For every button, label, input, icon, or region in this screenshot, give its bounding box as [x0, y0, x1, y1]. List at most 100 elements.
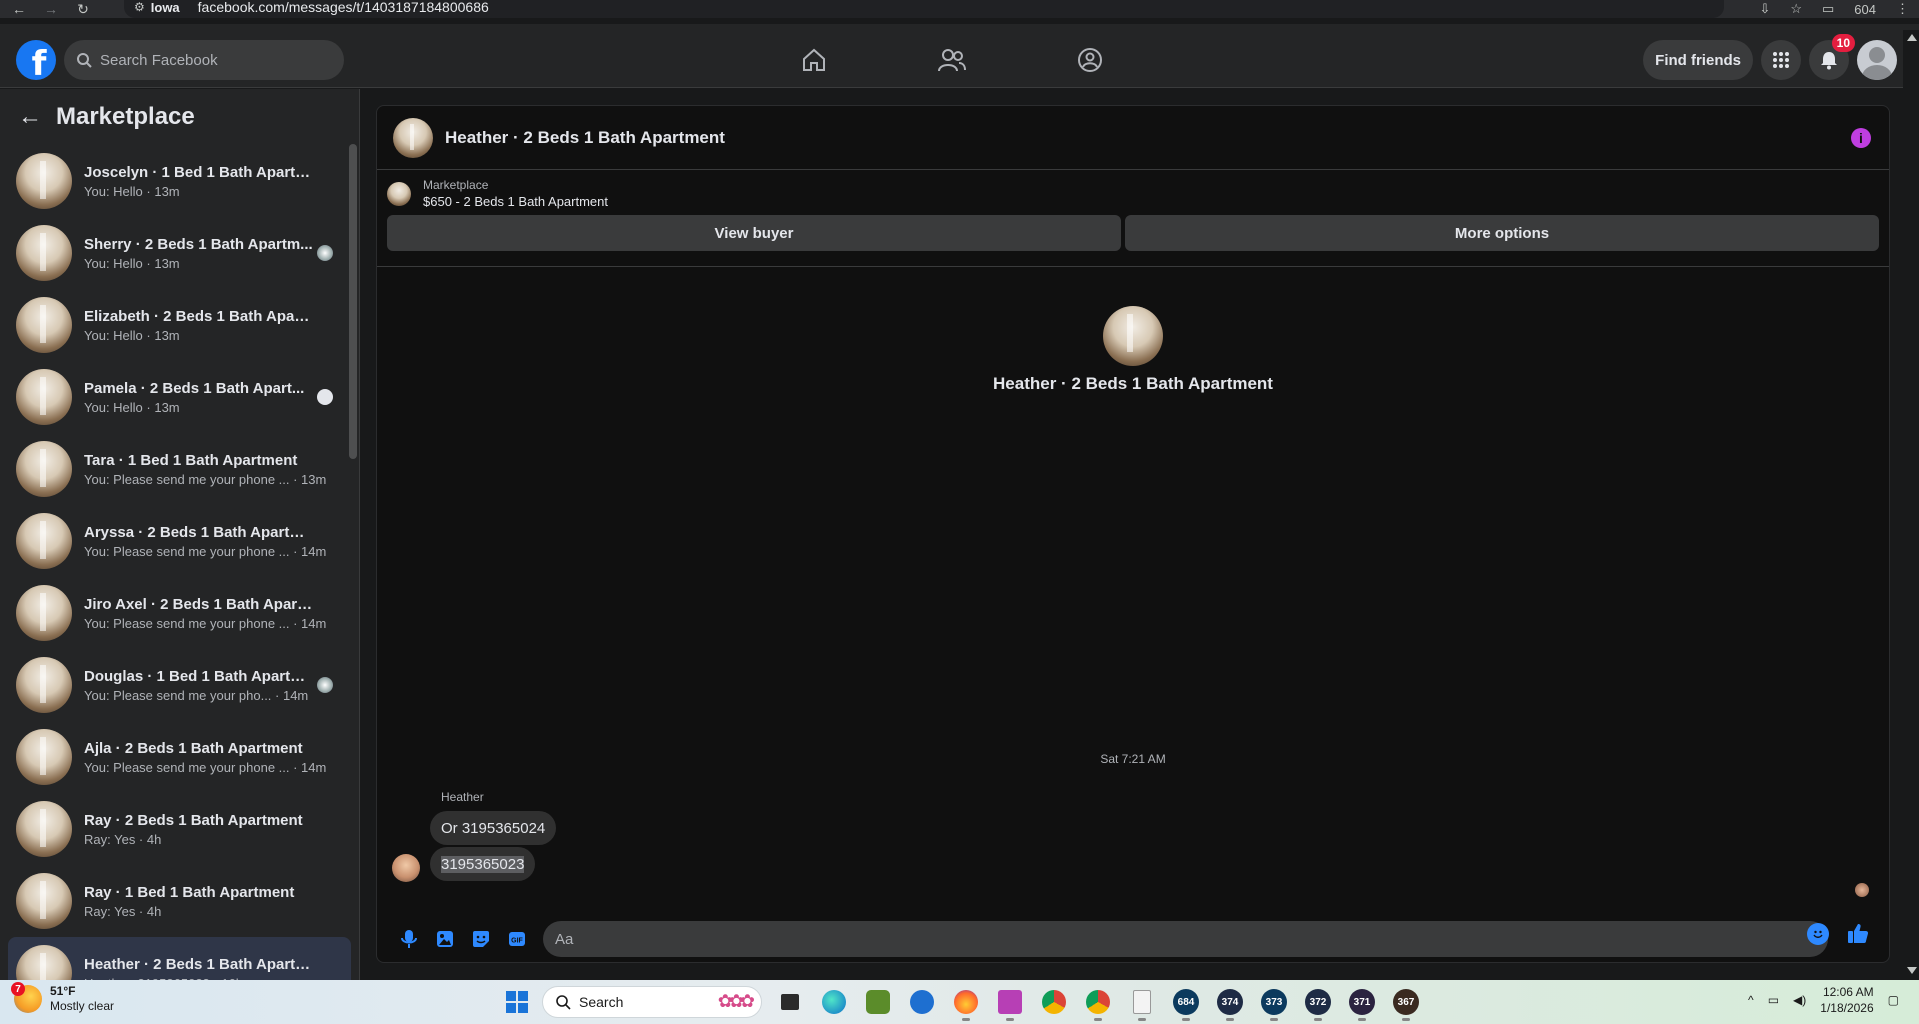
sidebar-scrollbar[interactable]	[349, 144, 357, 459]
more-options-button[interactable]: More options	[1125, 215, 1879, 251]
url-text[interactable]: facebook.com/messages/t/1403187184800686	[198, 0, 489, 15]
forward-arrow-icon[interactable]: →	[40, 1, 62, 17]
spreadsheet-app-icon[interactable]	[860, 986, 896, 1018]
conversation-item[interactable]: Pamela · 2 Beds 1 Bath Apart... You: Hell…	[0, 361, 351, 433]
conversation-item[interactable]: Tara · 1 Bed 1 Bath Apartment You: Please…	[0, 433, 351, 505]
conversation-name: Douglas · 1 Bed 1 Bath Apartm...	[84, 667, 314, 685]
listing-thumbnail[interactable]	[387, 181, 411, 206]
notification-center-icon[interactable]: ▢	[1888, 993, 1899, 1007]
back-arrow-icon[interactable]: ←	[18, 103, 42, 131]
script-app-icon[interactable]	[904, 986, 940, 1018]
pinned-app[interactable]: 371	[1344, 986, 1380, 1021]
pinned-app[interactable]: 367	[1388, 986, 1424, 1021]
search-icon	[77, 53, 92, 68]
facebook-logo[interactable]: f	[16, 40, 56, 80]
scroll-down-icon[interactable]	[1907, 967, 1917, 974]
chevron-up-icon[interactable]: ^	[1748, 993, 1754, 1007]
listing-thumbnail	[16, 153, 72, 209]
network-icon[interactable]: ▭	[1768, 993, 1779, 1007]
intro-avatar[interactable]	[1103, 306, 1163, 366]
address-bar[interactable]: ⚙ Iowa facebook.com/messages/t/140318718…	[124, 0, 1724, 18]
menu-grid-icon[interactable]	[1761, 40, 1801, 80]
message-bubble[interactable]: 3195365023	[430, 847, 536, 881]
conversation-item[interactable]: Ajla · 2 Beds 1 Bath Apartment You: Pleas…	[0, 721, 351, 793]
snipping-tool-icon[interactable]	[992, 986, 1028, 1021]
pinned-app[interactable]: 374	[1212, 986, 1248, 1021]
pinned-app[interactable]: 684	[1168, 986, 1204, 1021]
weather-widget[interactable]: 7 51°F Mostly clear	[11, 982, 114, 1014]
edge-icon[interactable]	[816, 986, 852, 1018]
find-friends-button[interactable]: Find friends	[1643, 40, 1753, 80]
weather-badge: 7	[11, 982, 25, 996]
home-icon[interactable]	[796, 44, 832, 76]
conversation-preview: You: Please send me your phone ... · 13m	[84, 471, 327, 487]
conversation-preview: You: Hello · 13m	[84, 399, 180, 415]
task-view-icon[interactable]	[772, 986, 808, 1018]
message-input[interactable]	[543, 921, 1828, 957]
conversation-list: Joscelyn · 1 Bed 1 Bath Apartment You: He…	[0, 145, 359, 980]
bookmark-star-icon[interactable]: ☆	[1790, 1, 1802, 17]
thumbs-up-icon[interactable]	[1845, 920, 1871, 946]
install-app-icon[interactable]: ⇩	[1759, 1, 1770, 17]
conversation-name: Ray · 2 Beds 1 Bath Apartment	[84, 811, 303, 829]
taskbar-search[interactable]: Search ✿✿✿	[542, 986, 762, 1018]
photo-icon[interactable]	[427, 921, 463, 957]
conversation-item[interactable]: Heather · 2 Beds 1 Bath Apartme...Heathe…	[8, 937, 351, 980]
emoji-icon[interactable]	[1807, 923, 1829, 945]
extension-count[interactable]: 604	[1854, 2, 1876, 17]
conversation-item[interactable]: Jiro Axel · 2 Beds 1 Bath Apartm... You: …	[0, 577, 351, 649]
conversation-item[interactable]: Ray · 2 Beds 1 Bath Apartment Ray: Yes · …	[0, 793, 351, 865]
conversation-item[interactable]: Joscelyn · 1 Bed 1 Bath Apartment You: He…	[0, 145, 351, 217]
sticker-icon[interactable]	[463, 921, 499, 957]
gif-icon[interactable]: GIF	[499, 921, 535, 957]
listing-thumbnail	[16, 657, 72, 713]
conversation-name: Aryssa · 2 Beds 1 Bath Apartment	[84, 523, 314, 541]
scroll-up-icon[interactable]	[1907, 34, 1917, 41]
read-receipt-avatar	[317, 677, 333, 693]
conversation-item[interactable]: Aryssa · 2 Beds 1 Bath Apartment You: Ple…	[0, 505, 351, 577]
back-arrow-icon[interactable]: ←	[8, 1, 30, 17]
reload-icon[interactable]: ↻	[72, 1, 94, 18]
conversation-item[interactable]: Douglas · 1 Bed 1 Bath Apartm... You: Ple…	[0, 649, 351, 721]
conversation-name: Jiro Axel · 2 Beds 1 Bath Apartm...	[84, 595, 314, 613]
listing-banner: Marketplace $650 - 2 Beds 1 Bath Apartme…	[377, 170, 1889, 267]
message-bubble[interactable]: Or 3195365024	[430, 811, 557, 845]
account-avatar[interactable]	[1857, 40, 1897, 80]
taskbar-apps: 684 374 373 372 371 367	[772, 986, 1424, 1021]
reading-mode-icon[interactable]: ▭	[1822, 1, 1834, 17]
chrome-icon[interactable]	[1036, 986, 1072, 1018]
sender-avatar[interactable]	[392, 854, 420, 882]
listing-thumbnail	[16, 513, 72, 569]
conversation-item[interactable]: Sherry · 2 Beds 1 Bath Apartm... You: Hel…	[0, 217, 351, 289]
file-icon[interactable]	[1124, 986, 1160, 1021]
pinned-app[interactable]: 372	[1300, 986, 1336, 1021]
conversation-item[interactable]: Elizabeth · 2 Beds 1 Bath Apartm... You: …	[0, 289, 351, 361]
conversation-name: Joscelyn · 1 Bed 1 Bath Apartment	[84, 163, 314, 181]
clock[interactable]: 12:06 AM 1/18/2026	[1820, 984, 1873, 1016]
listing-price-title[interactable]: $650 - 2 Beds 1 Bath Apartment	[423, 194, 608, 209]
page-scrollbar[interactable]	[1903, 30, 1919, 980]
windows-start-icon[interactable]	[506, 991, 528, 1013]
chat-title[interactable]: Heather · 2 Beds 1 Bath Apartment	[445, 128, 725, 148]
bell-icon	[1821, 52, 1837, 70]
groups-icon[interactable]	[1072, 44, 1108, 76]
chat-avatar[interactable]	[393, 117, 433, 158]
search-icon	[556, 995, 571, 1010]
microphone-icon[interactable]	[391, 921, 427, 957]
pinned-app[interactable]: 373	[1256, 986, 1292, 1021]
facebook-top-nav: f Search Facebook Find friends 10	[0, 24, 1919, 88]
volume-icon[interactable]: ◀)	[1793, 993, 1806, 1007]
site-settings-icon[interactable]: ⚙	[134, 0, 145, 14]
view-buyer-button[interactable]: View buyer	[387, 215, 1122, 251]
search-facebook-input[interactable]: Search Facebook	[64, 40, 344, 80]
notifications-button[interactable]: 10	[1809, 34, 1855, 80]
conversation-item[interactable]: Ray · 1 Bed 1 Bath Apartment Ray: Yes · 4…	[0, 865, 351, 937]
info-icon[interactable]: i	[1851, 128, 1871, 148]
friends-icon[interactable]	[934, 44, 970, 76]
taskbar-search-label: Search	[579, 994, 624, 1010]
conversation-name: Heather · 2 Beds 1 Bath Apartme...	[84, 955, 314, 973]
chrome-profile-icon[interactable]	[1080, 986, 1116, 1021]
kebab-menu-icon[interactable]: ⋮	[1896, 1, 1909, 17]
firefox-icon[interactable]	[948, 986, 984, 1021]
browser-toolbar: ← → ↻ ⚙ Iowa facebook.com/messages/t/140…	[0, 0, 1919, 18]
